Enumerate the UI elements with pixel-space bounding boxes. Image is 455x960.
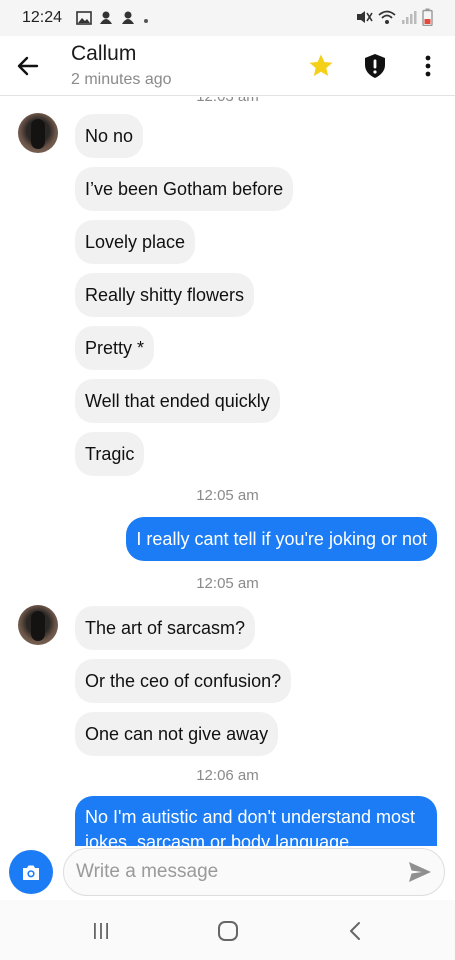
status-time: 12:24 — [22, 9, 63, 26]
incoming-message[interactable]: The art of sarcasm? — [75, 606, 256, 650]
notification-icon — [120, 10, 136, 31]
incoming-message[interactable]: Or the ceo of confusion? — [75, 659, 292, 703]
timestamp: 12:05 am — [196, 487, 259, 504]
camera-button[interactable] — [9, 850, 53, 894]
more-vertical-icon — [425, 55, 431, 77]
shield-icon — [365, 54, 385, 78]
send-icon — [409, 862, 431, 882]
signal-icon — [401, 9, 417, 30]
avatar[interactable] — [18, 605, 58, 645]
avatar[interactable] — [18, 113, 58, 153]
camera-icon — [23, 865, 39, 880]
message-composer — [0, 846, 455, 898]
back-button[interactable] — [12, 50, 44, 82]
incoming-message[interactable]: Pretty * — [75, 326, 155, 370]
incoming-message[interactable]: One can not give away — [75, 712, 279, 756]
home-button[interactable] — [213, 916, 243, 946]
home-icon — [218, 921, 238, 941]
timestamp: 12:03 am — [0, 97, 455, 105]
timestamp: 12:06 am — [196, 767, 259, 784]
incoming-message[interactable]: Lovely place — [75, 220, 196, 264]
timestamp: 12:05 am — [196, 575, 259, 592]
incoming-message[interactable]: Well that ended quickly — [75, 379, 280, 423]
message-list[interactable]: 12:03 am No no I’ve been Gotham before L… — [0, 97, 455, 846]
more-options-button[interactable] — [412, 50, 444, 82]
message-input[interactable] — [63, 848, 445, 896]
wifi-icon — [378, 9, 396, 30]
outgoing-message[interactable]: I really cant tell if you're joking or n… — [126, 517, 437, 561]
system-back-button[interactable] — [340, 916, 370, 946]
contact-last-seen: 2 minutes ago — [71, 71, 172, 88]
system-navigation-bar — [0, 900, 455, 960]
outgoing-message[interactable]: No I'm autistic and don't understand mos… — [75, 796, 437, 846]
back-icon — [350, 922, 360, 940]
mute-icon — [355, 9, 373, 30]
send-button[interactable] — [404, 858, 436, 886]
arrow-left-icon — [17, 56, 39, 76]
block-report-button[interactable] — [359, 50, 391, 82]
conversation-header: Callum 2 minutes ago — [0, 36, 455, 96]
favorite-button[interactable] — [305, 50, 337, 82]
incoming-message[interactable]: No no — [75, 114, 144, 158]
notification-icon — [98, 10, 114, 31]
incoming-message[interactable]: Really shitty flowers — [75, 273, 255, 317]
gallery-icon — [76, 11, 92, 30]
incoming-message[interactable]: Tragic — [75, 432, 145, 476]
dot-icon — [142, 12, 150, 30]
status-bar: 12:24 — [0, 0, 455, 36]
incoming-message[interactable]: I’ve been Gotham before — [75, 167, 294, 211]
recent-apps-icon — [94, 923, 108, 939]
recent-apps-button[interactable] — [86, 916, 116, 946]
contact-name[interactable]: Callum — [71, 42, 136, 66]
battery-icon — [422, 8, 433, 31]
star-icon — [309, 54, 333, 76]
